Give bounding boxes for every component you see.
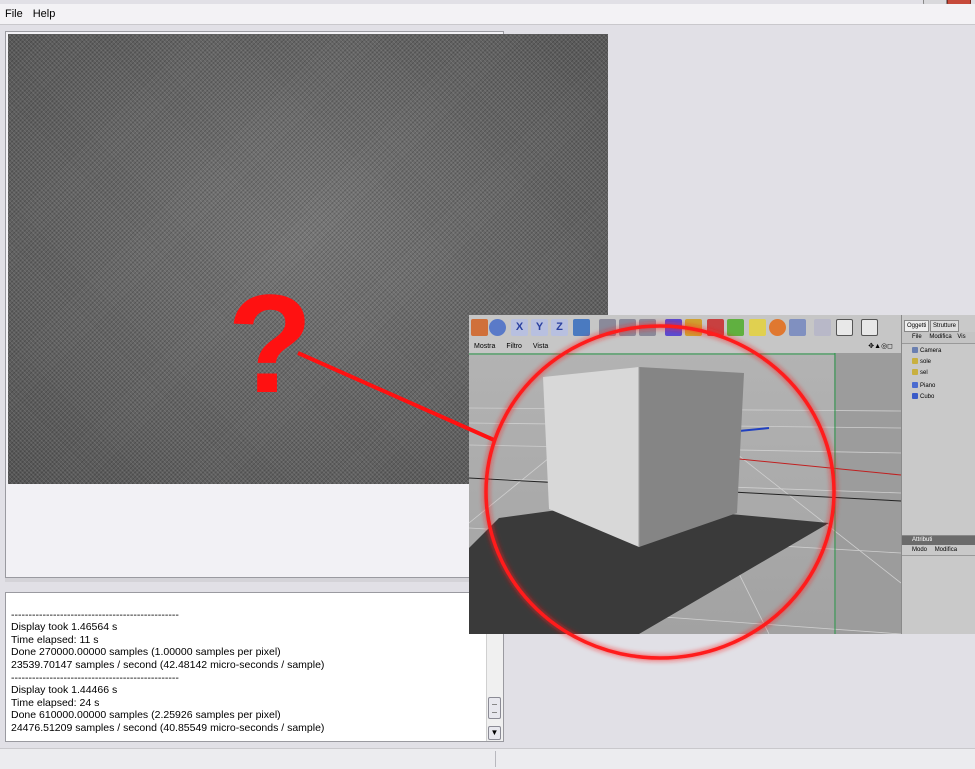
om-menu-modifica: Modifica: [929, 334, 952, 340]
menu-help[interactable]: Help: [28, 8, 61, 20]
log-line: ----------------------------------------…: [11, 671, 179, 684]
tab-oggetti: Oggetti: [904, 320, 930, 332]
help-icon: [836, 319, 853, 336]
log-line: Display took 1.44466 s: [11, 684, 118, 697]
inset-toolbar: X Y Z: [469, 315, 901, 342]
viewport-scene: [469, 353, 902, 634]
camera-object-icon: [912, 347, 918, 354]
attr-menu-modifica: Modifica: [934, 547, 958, 553]
object-sel: sel: [912, 368, 928, 378]
render-region-icon: [619, 319, 636, 336]
log-line: Done 610000.00000 samples (2.25926 sampl…: [11, 709, 281, 722]
light-object-icon: [912, 369, 918, 376]
array-icon: [727, 319, 744, 336]
status-divider: [495, 751, 496, 767]
scene-icon: [749, 319, 766, 336]
refresh-icon: [489, 319, 506, 336]
viewport-menu-mostra: Mostra: [474, 343, 496, 350]
log-console: ----------------------------------------…: [5, 592, 504, 742]
navigation-icons: ✥▲◎◻: [868, 343, 893, 350]
object-piano: Piano: [912, 381, 935, 391]
render-settings-icon: [639, 319, 656, 336]
y-axis-icon: Y: [531, 319, 548, 336]
chevron-down-icon: ▼: [490, 728, 499, 737]
log-text: ----------------------------------------…: [11, 596, 486, 741]
viewport-side-region: [834, 353, 901, 634]
attributes-panel: Attributi Modo Modifica: [902, 535, 975, 634]
log-line: Done 270000.00000 samples (1.00000 sampl…: [11, 646, 281, 659]
status-bar: [0, 748, 975, 769]
tab-strutture: Strutture: [930, 320, 960, 332]
x-axis-icon: X: [511, 319, 528, 336]
object-manager: Oggetti Strutture File Modifica Vis Came…: [901, 315, 975, 634]
cube-primitive-icon: [665, 319, 682, 336]
layout-icon: [861, 319, 878, 336]
reference-screenshot: X Y Z Mostra Filtro Vista ✥▲◎◻ Oggetti S…: [469, 315, 975, 634]
light-object-icon: [912, 358, 918, 365]
plane-object-icon: [912, 382, 918, 389]
log-line: Time elapsed: 24 s: [11, 696, 100, 709]
undo-icon: [471, 319, 488, 336]
attributes-menu: Modo Modifica: [902, 545, 975, 556]
3d-viewport: [469, 353, 902, 634]
log-line: ----------------------------------------…: [11, 608, 179, 621]
menu-bar: File Help: [0, 4, 975, 25]
cube-object-icon: [912, 393, 918, 400]
viewport-menu-vista: Vista: [532, 343, 549, 350]
scroll-down-button[interactable]: ▼: [488, 726, 501, 740]
object-manager-menu: File Modifica Vis: [902, 332, 975, 344]
object-camera: Camera: [912, 346, 941, 356]
panel-splitter[interactable]: [5, 578, 504, 582]
select-help-icon: [814, 319, 831, 336]
attr-menu-modo: Modo: [912, 547, 928, 553]
nurbs-icon: [707, 319, 724, 336]
viewport-menu-filtro: Filtro: [506, 343, 522, 350]
log-line: Display took 1.46564 s: [11, 621, 118, 634]
light-icon: [769, 319, 786, 336]
log-line: Time elapsed: 11 s: [11, 633, 99, 646]
om-menu-file: File: [912, 334, 922, 340]
pen-icon: [685, 319, 702, 336]
log-line: 24476.51209 samples / second (40.85549 m…: [11, 721, 325, 734]
world-icon: [573, 319, 590, 336]
object-cubo: Cubo: [912, 392, 934, 402]
log-line: 23539.70147 samples / second (42.48142 m…: [11, 658, 325, 671]
z-axis-icon: Z: [551, 319, 568, 336]
object-sole: sole: [912, 357, 931, 367]
scroll-thumb[interactable]: [488, 697, 501, 719]
menu-file[interactable]: File: [0, 8, 28, 20]
render-view-icon: [599, 319, 616, 336]
om-menu-vis: Vis: [957, 334, 966, 340]
camera-icon: [789, 319, 806, 336]
attributes-header: Attributi: [902, 536, 975, 545]
